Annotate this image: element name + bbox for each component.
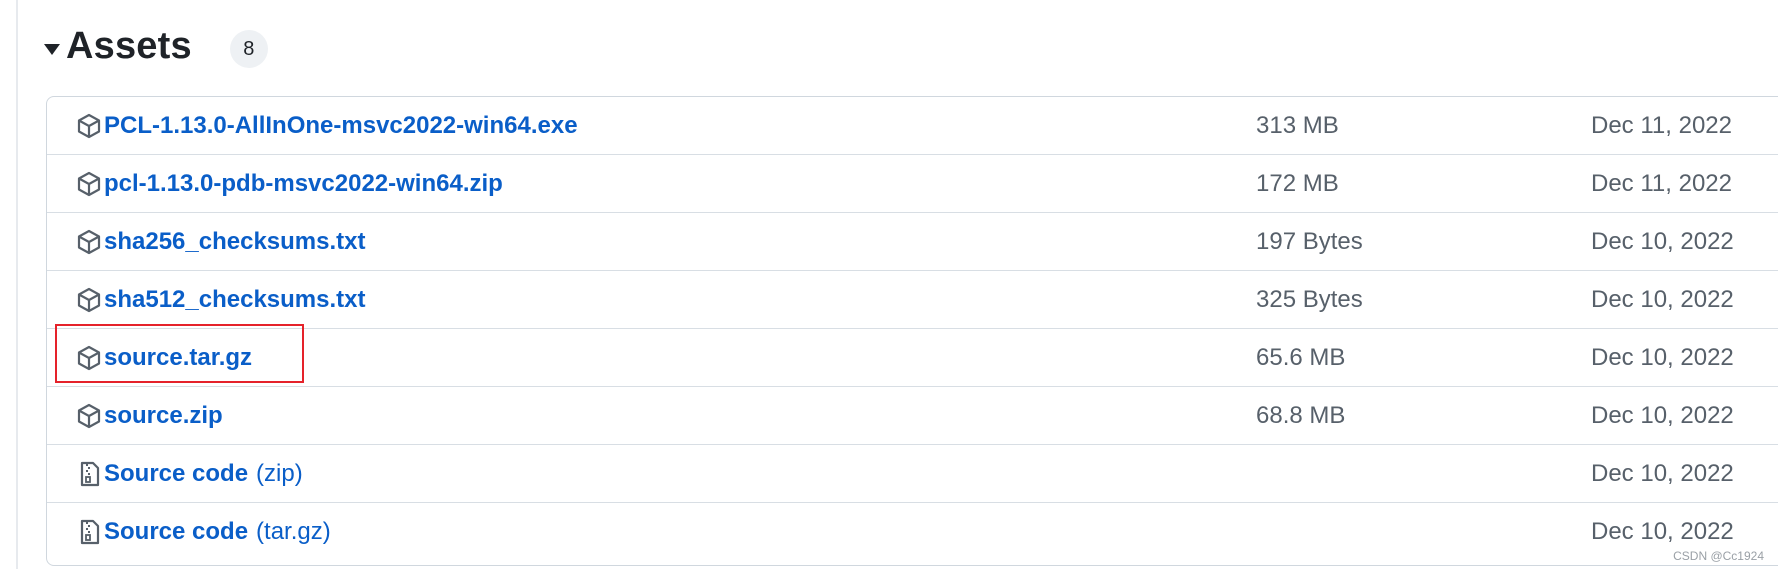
asset-size: 65.6 MB [1256,344,1346,371]
asset-row: source.zip 68.8 MB Dec 10, 2022 [47,387,1778,445]
asset-date: Dec 10, 2022 [1591,286,1734,313]
asset-format: (zip) [256,460,303,487]
asset-link[interactable]: source.zip [75,387,223,445]
asset-row: Source code (tar.gz) Dec 10, 2022 [47,503,1778,561]
asset-format: (tar.gz) [256,518,331,545]
asset-name: Source code [104,460,249,487]
file-zip-icon [75,518,103,546]
asset-row: sha256_checksums.txt 197 Bytes Dec 10, 2… [47,213,1778,271]
asset-name: pcl-1.13.0-pdb-msvc2022-win64.zip [104,170,503,197]
asset-row: PCL-1.13.0-AllInOne-msvc2022-win64.exe 3… [47,97,1778,155]
asset-name: sha512_checksums.txt [104,286,366,313]
asset-date: Dec 10, 2022 [1591,402,1734,429]
package-icon [75,286,103,314]
asset-date: Dec 11, 2022 [1591,170,1732,197]
assets-count-badge: 8 [229,30,268,68]
asset-row: sha512_checksums.txt 325 Bytes Dec 10, 2… [47,271,1778,329]
package-icon [75,170,103,198]
asset-size: 197 Bytes [1256,228,1363,255]
asset-link[interactable]: source.tar.gz [75,329,252,387]
left-divider [16,0,18,569]
asset-name: source.zip [104,402,223,429]
asset-row: pcl-1.13.0-pdb-msvc2022-win64.zip 172 MB… [47,155,1778,213]
asset-size: 68.8 MB [1256,402,1346,429]
caret-down-icon[interactable] [44,43,60,55]
assets-list: PCL-1.13.0-AllInOne-msvc2022-win64.exe 3… [46,96,1778,566]
asset-date: Dec 10, 2022 [1591,460,1734,487]
asset-date: Dec 11, 2022 [1591,112,1732,139]
assets-title: Assets [66,24,192,67]
assets-header[interactable]: Assets 8 [44,18,268,74]
asset-date: Dec 10, 2022 [1591,344,1734,371]
asset-link[interactable]: pcl-1.13.0-pdb-msvc2022-win64.zip [75,155,503,213]
asset-link[interactable]: sha256_checksums.txt [75,213,366,271]
asset-row: Source code (zip) Dec 10, 2022 [47,445,1778,503]
asset-size: 172 MB [1256,170,1339,197]
asset-link[interactable]: sha512_checksums.txt [75,271,366,329]
package-icon [75,344,103,372]
package-icon [75,402,103,430]
asset-row: source.tar.gz 65.6 MB Dec 10, 2022 [47,329,1778,387]
asset-link[interactable]: Source code (tar.gz) [75,503,331,561]
file-zip-icon [75,460,103,488]
watermark: CSDN @Cc1924 [1673,549,1764,563]
package-icon [75,228,103,256]
package-icon [75,112,103,140]
asset-name: Source code [104,518,249,545]
asset-link[interactable]: Source code (zip) [75,445,303,503]
asset-link[interactable]: PCL-1.13.0-AllInOne-msvc2022-win64.exe [75,97,578,155]
asset-date: Dec 10, 2022 [1591,228,1734,255]
asset-size: 325 Bytes [1256,286,1363,313]
asset-name: PCL-1.13.0-AllInOne-msvc2022-win64.exe [104,112,578,139]
asset-name: sha256_checksums.txt [104,228,366,255]
asset-name: source.tar.gz [104,344,253,371]
asset-size: 313 MB [1256,112,1339,139]
